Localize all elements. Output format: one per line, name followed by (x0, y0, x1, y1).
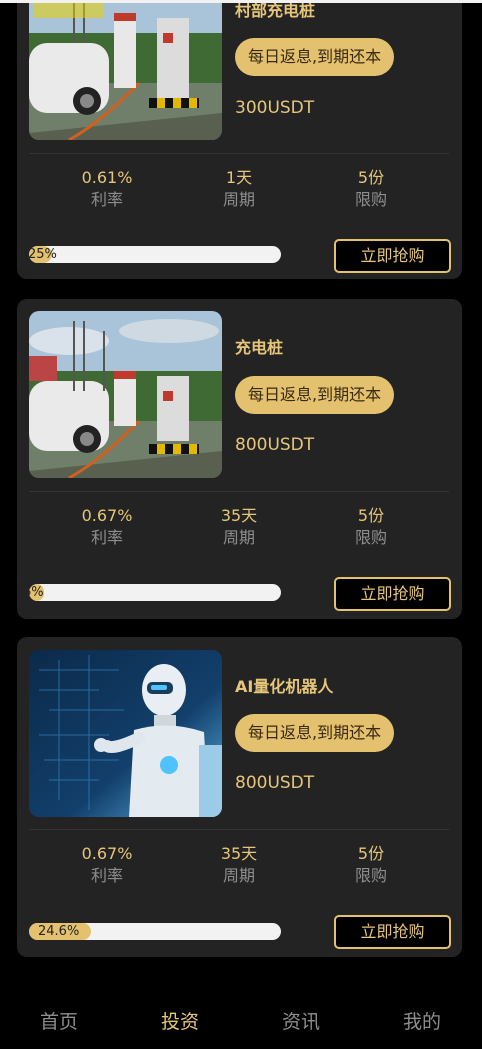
buy-button[interactable]: 立即抢购 (334, 239, 451, 273)
stat-label: 利率 (90, 528, 123, 547)
progress-text: 6% (29, 585, 44, 600)
progress-bar: 24.6% (29, 923, 281, 940)
stat-limit: 5份 限购 (321, 843, 421, 887)
stat-value: 5份 (357, 844, 385, 863)
stat-value: 5份 (357, 506, 385, 525)
card-divider (29, 153, 449, 154)
stat-limit: 5份 限购 (321, 167, 421, 211)
product-tag: 每日返息,到期还本 (235, 376, 395, 414)
stat-rate: 0.67% 利率 (57, 505, 157, 549)
product-price: 800USDT (235, 435, 315, 455)
product-name: 充电桩 (235, 338, 284, 357)
stat-rate: 0.61% 利率 (57, 167, 157, 211)
top-divider (0, 0, 482, 3)
progress-text: 25% (29, 247, 57, 262)
ev-charger-photo (29, 311, 222, 478)
tab-news[interactable]: 资讯 (261, 1007, 341, 1034)
product-price: 300USDT (235, 98, 315, 118)
tab-invest[interactable]: 投资 (140, 1007, 220, 1034)
stat-value: 0.67% (81, 844, 133, 863)
stat-period: 35天 周期 (189, 505, 289, 549)
stat-period: 35天 周期 (189, 843, 289, 887)
stat-label: 限购 (354, 190, 387, 209)
product-price: 800USDT (235, 773, 315, 793)
ai-robot-image (29, 650, 222, 817)
product-card[interactable]: 村部充电桩 每日返息,到期还本 300USDT 0.61% 利率 1天 周期 5… (17, 0, 462, 279)
stat-period: 1天 周期 (189, 167, 289, 211)
buy-button[interactable]: 立即抢购 (334, 577, 451, 611)
stat-label: 周期 (222, 190, 255, 209)
stat-limit: 5份 限购 (321, 505, 421, 549)
product-name: AI量化机器人 (235, 677, 334, 696)
progress-bar: 6% (29, 584, 281, 601)
progress-text: 24.6% (38, 924, 80, 939)
card-divider (29, 491, 449, 492)
stat-value: 5份 (357, 168, 385, 187)
stat-value: 35天 (220, 506, 258, 525)
stat-label: 利率 (90, 866, 123, 885)
tab-home[interactable]: 首页 (19, 1007, 99, 1034)
buy-button[interactable]: 立即抢购 (334, 915, 451, 949)
stat-label: 周期 (222, 866, 255, 885)
ev-charger-image (29, 311, 222, 478)
product-name: 村部充电桩 (235, 1, 316, 20)
tab-mine[interactable]: 我的 (382, 1007, 462, 1034)
stat-value: 1天 (225, 168, 253, 187)
stat-label: 限购 (354, 528, 387, 547)
stat-value: 35天 (220, 844, 258, 863)
card-divider (29, 829, 449, 830)
stat-rate: 0.67% 利率 (57, 843, 157, 887)
stat-label: 限购 (354, 866, 387, 885)
stat-value: 0.67% (81, 506, 133, 525)
product-card[interactable]: 充电桩 每日返息,到期还本 800USDT 0.67% 利率 35天 周期 5份… (17, 299, 462, 619)
stat-value: 0.61% (81, 168, 133, 187)
product-tag: 每日返息,到期还本 (235, 714, 395, 752)
ev-charger-image (29, 0, 222, 140)
bottom-tab-bar: 首页 投资 资讯 我的 (0, 990, 482, 1049)
stat-label: 周期 (222, 528, 255, 547)
page: 村部充电桩 每日返息,到期还本 300USDT 0.61% 利率 1天 周期 5… (0, 0, 482, 1049)
ev-charger-photo (29, 0, 222, 140)
product-tag: 每日返息,到期还本 (235, 38, 395, 76)
product-card[interactable]: AI量化机器人 每日返息,到期还本 800USDT 0.67% 利率 35天 周… (17, 637, 462, 957)
progress-bar: 25% (29, 246, 281, 263)
ai-robot-photo (29, 650, 222, 817)
stat-label: 利率 (90, 190, 123, 209)
